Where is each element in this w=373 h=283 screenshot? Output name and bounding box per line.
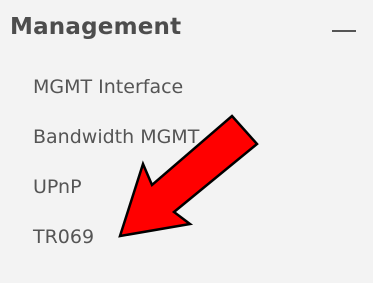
management-panel: Management MGMT Interface Bandwidth MGMT… <box>0 0 373 283</box>
menu-item-upnp[interactable]: UPnP <box>33 176 82 198</box>
menu-item-mgmt-interface[interactable]: MGMT Interface <box>33 76 183 98</box>
minus-bar <box>332 30 356 32</box>
panel-title: Management <box>10 14 182 40</box>
menu-item-bandwidth-mgmt[interactable]: Bandwidth MGMT <box>33 126 199 148</box>
panel-header[interactable]: Management <box>0 0 373 60</box>
menu-item-tr069[interactable]: TR069 <box>33 226 94 248</box>
minus-icon[interactable] <box>330 16 360 46</box>
